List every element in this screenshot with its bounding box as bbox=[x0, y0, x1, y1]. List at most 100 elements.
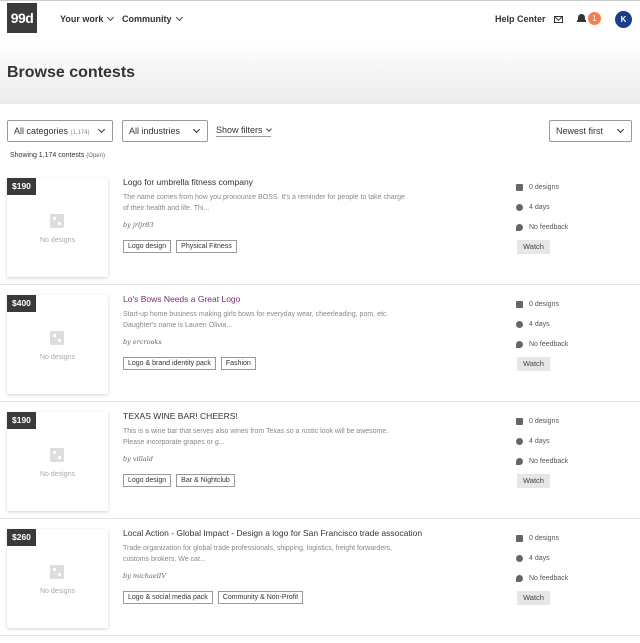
contest-card[interactable]: $260 No designs Local Action - Global Im… bbox=[0, 519, 640, 636]
designs-stat: 0 designs bbox=[516, 184, 559, 191]
watch-button[interactable]: Watch bbox=[517, 591, 550, 605]
category-select[interactable]: All categories (1,174) bbox=[7, 120, 113, 142]
contest-description: Trade organization for global trade prof… bbox=[123, 545, 392, 563]
designs-stat: 0 designs bbox=[516, 301, 559, 308]
logo[interactable]: 99d bbox=[7, 3, 37, 33]
image-placeholder-icon bbox=[50, 448, 64, 462]
nav-your-work[interactable]: Your work bbox=[60, 13, 115, 24]
industry-select[interactable]: All industries bbox=[122, 120, 208, 142]
feedback-text: No feedback bbox=[529, 341, 569, 348]
tag[interactable]: Logo & brand identity pack bbox=[123, 357, 216, 370]
contest-author: by michaelIV bbox=[123, 572, 167, 580]
designs-count: 0 designs bbox=[529, 535, 559, 542]
tag[interactable]: Logo design bbox=[123, 240, 172, 253]
days-left: 4 days bbox=[529, 204, 550, 211]
contest-thumbnail[interactable]: $190 No designs bbox=[7, 178, 108, 277]
no-designs-label: No designs bbox=[39, 237, 76, 244]
days-left: 4 days bbox=[529, 321, 550, 328]
feedback-stat: No feedback bbox=[516, 575, 568, 582]
feedback-stat: No feedback bbox=[516, 341, 568, 348]
contest-author: by villald bbox=[123, 455, 153, 463]
contest-description: The name comes from how you pronounce BO… bbox=[123, 194, 405, 212]
designs-count: 0 designs bbox=[529, 301, 559, 308]
no-designs-label: No designs bbox=[39, 354, 76, 361]
chevron-down-icon bbox=[97, 125, 106, 134]
contest-card[interactable]: $400 No designs Lo's Bows Needs a Great … bbox=[0, 285, 640, 402]
contest-description: This is a wine bar that serves also wine… bbox=[123, 428, 389, 446]
contest-author: by jrljr83 bbox=[123, 221, 154, 229]
chevron-down-icon bbox=[265, 125, 272, 132]
chevron-down-icon bbox=[616, 125, 625, 134]
notification-badge[interactable]: 1 bbox=[588, 12, 601, 25]
bell-icon[interactable] bbox=[577, 13, 586, 23]
contest-tags: Logo & social media pack Community & Non… bbox=[123, 591, 304, 604]
tag[interactable]: Community & Non-Profit bbox=[217, 591, 304, 604]
sort-select[interactable]: Newest first bbox=[549, 120, 632, 142]
image-placeholder-icon bbox=[50, 214, 64, 228]
time-stat: 4 days bbox=[516, 438, 550, 445]
days-left: 4 days bbox=[529, 438, 550, 445]
designs-icon bbox=[516, 301, 523, 308]
tag[interactable]: Physical Fitness bbox=[176, 240, 237, 253]
watch-button[interactable]: Watch bbox=[517, 357, 550, 371]
results-summary: Showing 1,174 contests (Open) bbox=[10, 152, 105, 159]
tag[interactable]: Bar & Nightclub bbox=[176, 474, 235, 487]
contest-card[interactable]: $190 No designs TEXAS WINE BAR! CHEERS! … bbox=[0, 402, 640, 519]
feedback-icon bbox=[516, 575, 523, 582]
contest-title[interactable]: Logo for umbrella fitness company bbox=[123, 177, 253, 187]
contest-tags: Logo & brand identity pack Fashion bbox=[123, 357, 256, 370]
avatar[interactable]: K bbox=[615, 11, 632, 28]
contest-tags: Logo design Physical Fitness bbox=[123, 240, 237, 253]
top-navigation: 99d Your work Community Help Center 1 K bbox=[0, 0, 640, 40]
tag[interactable]: Logo design bbox=[123, 474, 172, 487]
time-stat: 4 days bbox=[516, 204, 550, 211]
category-select-label: All categories bbox=[14, 126, 69, 136]
nav-community-label: Community bbox=[122, 14, 172, 24]
feedback-stat: No feedback bbox=[516, 224, 568, 231]
no-designs-label: No designs bbox=[39, 588, 76, 595]
contest-price: $190 bbox=[7, 178, 36, 195]
mail-icon[interactable] bbox=[554, 16, 563, 23]
results-status: (Open) bbox=[86, 153, 105, 159]
chevron-down-icon bbox=[107, 13, 115, 22]
nav-community[interactable]: Community bbox=[122, 13, 183, 24]
designs-count: 0 designs bbox=[529, 418, 559, 425]
watch-button[interactable]: Watch bbox=[517, 474, 550, 488]
feedback-text: No feedback bbox=[529, 575, 569, 582]
nav-your-work-label: Your work bbox=[60, 14, 104, 24]
watch-button[interactable]: Watch bbox=[517, 240, 550, 254]
contest-price: $190 bbox=[7, 412, 36, 429]
feedback-icon bbox=[516, 458, 523, 465]
contest-title[interactable]: Local Action - Global Impact - Design a … bbox=[123, 528, 422, 538]
tag[interactable]: Fashion bbox=[220, 357, 256, 370]
show-filters-label: Show filters bbox=[216, 125, 263, 135]
contest-tags: Logo design Bar & Nightclub bbox=[123, 474, 235, 487]
clock-icon bbox=[516, 555, 523, 562]
contest-title[interactable]: Lo's Bows Needs a Great Logo bbox=[123, 294, 240, 304]
feedback-icon bbox=[516, 224, 523, 231]
contest-price: $260 bbox=[7, 529, 36, 546]
feedback-text: No feedback bbox=[529, 224, 569, 231]
page-title: Browse contests bbox=[7, 64, 136, 81]
help-center-link[interactable]: Help Center bbox=[495, 14, 546, 24]
clock-icon bbox=[516, 321, 523, 328]
contest-thumbnail[interactable]: $190 No designs bbox=[7, 412, 108, 511]
clock-icon bbox=[516, 204, 523, 211]
feedback-stat: No feedback bbox=[516, 458, 568, 465]
tag[interactable]: Logo & social media pack bbox=[123, 591, 213, 604]
designs-stat: 0 designs bbox=[516, 418, 559, 425]
category-count: (1,174) bbox=[70, 130, 90, 136]
feedback-icon bbox=[516, 341, 523, 348]
show-filters-button[interactable]: Show filters bbox=[216, 125, 272, 137]
contest-title[interactable]: TEXAS WINE BAR! CHEERS! bbox=[123, 411, 238, 421]
contest-thumbnail[interactable]: $400 No designs bbox=[7, 295, 108, 394]
contest-card[interactable]: $190 No designs Logo for umbrella fitnes… bbox=[0, 168, 640, 285]
feedback-text: No feedback bbox=[529, 458, 569, 465]
chevron-down-icon bbox=[175, 13, 183, 22]
contest-thumbnail[interactable]: $260 No designs bbox=[7, 529, 108, 628]
sort-select-label: Newest first bbox=[556, 126, 604, 136]
time-stat: 4 days bbox=[516, 321, 550, 328]
contest-description: Start-up home business making girls bows… bbox=[123, 311, 389, 329]
time-stat: 4 days bbox=[516, 555, 550, 562]
designs-icon bbox=[516, 184, 523, 191]
